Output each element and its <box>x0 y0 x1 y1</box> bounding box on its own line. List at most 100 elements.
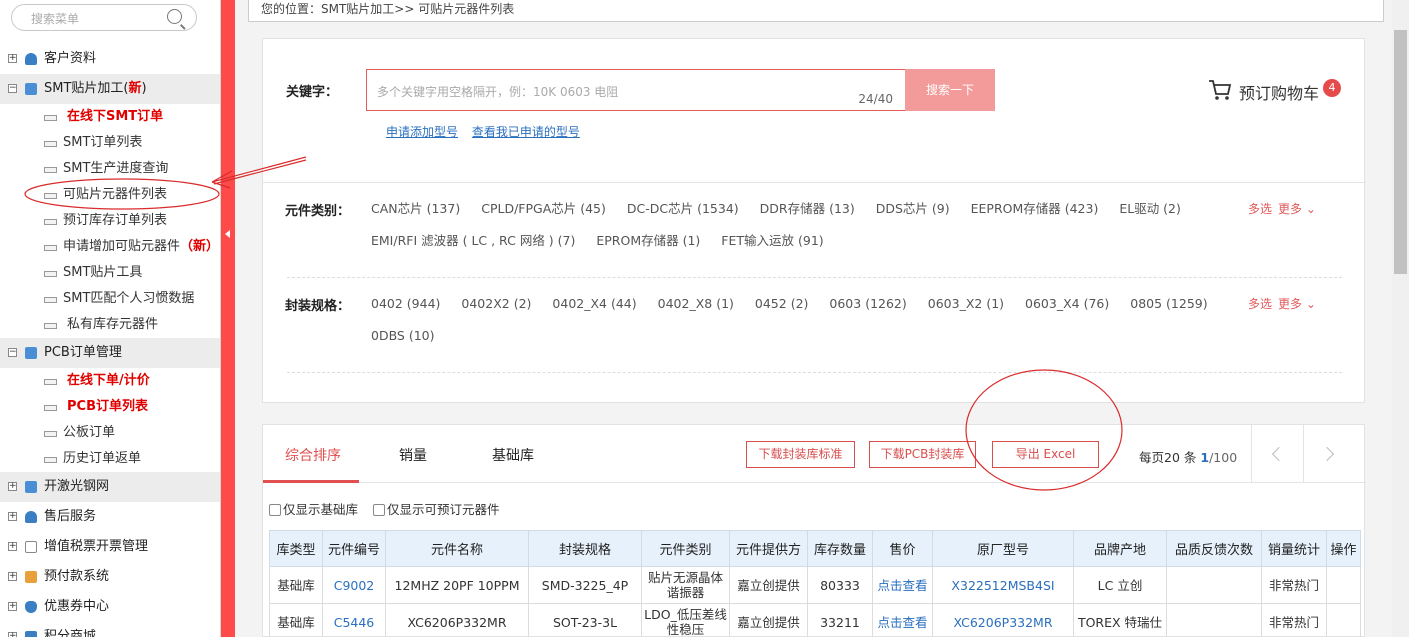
category-option[interactable]: EL驱动 (2) <box>1119 200 1181 232</box>
expand-icon[interactable]: + <box>8 512 17 521</box>
package-option[interactable]: 0452 (2) <box>755 295 809 327</box>
package-option[interactable]: 0603_X4 (76) <box>1025 295 1109 327</box>
column-header: 元件提供方 <box>729 530 808 567</box>
category-option[interactable]: FET输入运放 (91) <box>721 232 823 264</box>
expand-icon[interactable]: + <box>8 632 17 637</box>
package-option[interactable]: 0603_X2 (1) <box>928 295 1004 327</box>
sidebar-item-pcb-order-list[interactable]: PCB订单列表 <box>0 394 220 420</box>
per-page-label[interactable]: 每页20 <box>1139 450 1180 465</box>
manufacturer-part-link[interactable]: X322512MSB4SI <box>932 566 1074 604</box>
more-button-label: 更多 <box>1278 202 1303 216</box>
sidebar-item-reserve-orders[interactable]: 预订库存订单列表 <box>0 208 220 234</box>
download-std-button[interactable]: 下载封装库标准 <box>746 441 855 468</box>
book-icon <box>25 481 37 493</box>
sidebar-group-stencil[interactable]: + 开激光钢网 <box>0 472 220 502</box>
category-option[interactable]: DC-DC芯片 (1534) <box>627 200 739 232</box>
view-applied-link[interactable]: 查看我已申请的型号 <box>472 125 580 139</box>
table-cell <box>1326 603 1361 637</box>
multi-select-button[interactable]: 多选 <box>1248 297 1272 311</box>
component-code-link[interactable]: C9002 <box>322 566 386 604</box>
expand-icon[interactable]: + <box>8 542 17 551</box>
keyword-counter: 24/40 <box>858 92 893 106</box>
sidebar-item-smt-progress[interactable]: SMT生产进度查询 <box>0 156 220 182</box>
expand-icon[interactable]: + <box>8 482 17 491</box>
sidebar-group-coupon[interactable]: + 优惠券中心 <box>0 592 220 622</box>
sidebar-group-smt[interactable]: − SMT贴片加工(新) <box>0 74 220 104</box>
document-icon <box>44 431 57 437</box>
reservable-only-checkbox[interactable]: 仅显示可预订元器件 <box>373 499 500 518</box>
sidebar-item-habit-data[interactable]: SMT匹配个人习惯数据 <box>0 286 220 312</box>
collapse-icon[interactable]: − <box>8 348 17 357</box>
manufacturer-part-link[interactable]: XC6206P332MR <box>932 603 1074 637</box>
expand-icon[interactable]: + <box>8 602 17 611</box>
expand-icon[interactable]: + <box>8 54 17 63</box>
sidebar-item-history-reorder[interactable]: 历史订单返单 <box>0 446 220 472</box>
package-option[interactable]: 0402X2 (2) <box>461 295 531 327</box>
chevron-down-icon: ⌄ <box>1305 202 1316 216</box>
tab-base-library[interactable]: 基础库 <box>492 445 534 465</box>
sidebar-item-pcb-online-order[interactable]: 在线下单/计价 <box>0 368 220 394</box>
more-button[interactable]: 更多 ⌄ <box>1278 202 1316 216</box>
page-scrollbar[interactable] <box>1392 0 1409 637</box>
package-option[interactable]: 0DBS (10) <box>371 327 435 359</box>
category-option[interactable]: CAN芯片 (137) <box>371 200 460 232</box>
search-button[interactable]: 搜索一下 <box>905 69 995 111</box>
multi-select-button[interactable]: 多选 <box>1248 202 1272 216</box>
view-price-link[interactable]: 点击查看 <box>872 603 933 637</box>
document-icon <box>44 297 57 303</box>
tab-sales[interactable]: 销量 <box>399 445 427 465</box>
more-button[interactable]: 更多 ⌄ <box>1278 297 1316 311</box>
total-pages: /100 <box>1209 450 1238 465</box>
column-header: 售价 <box>872 530 933 567</box>
sidebar-item-component-list[interactable]: 可贴片元器件列表 <box>0 182 220 208</box>
category-option[interactable]: EPROM存储器 (1) <box>596 232 700 264</box>
package-option[interactable]: 0402_X4 (44) <box>552 295 636 327</box>
search-icon[interactable] <box>167 9 182 24</box>
base-only-checkbox[interactable]: 仅显示基础库 <box>269 499 358 518</box>
sidebar-item-label: 在线下单/计价 <box>67 373 150 388</box>
sidebar-group-label-text: SMT贴片加工( <box>44 81 129 96</box>
sidebar-item-apply-component[interactable]: 申请增加可贴元器件（新） <box>0 234 220 260</box>
scrollbar-thumb[interactable] <box>1394 30 1407 274</box>
sidebar-item-private-stock[interactable]: 私有库存元器件 <box>0 312 220 338</box>
column-header: 封装规格 <box>528 530 642 567</box>
apply-model-link[interactable]: 申请添加型号 <box>386 125 458 139</box>
sidebar-group-pcb[interactable]: − PCB订单管理 <box>0 338 220 368</box>
download-pcb-button[interactable]: 下载PCB封装库 <box>869 441 976 468</box>
tab-overall-sort[interactable]: 综合排序 <box>285 445 341 465</box>
current-page: 1 <box>1200 450 1210 465</box>
sidebar-group-label: SMT贴片加工(新) <box>44 74 147 104</box>
sidebar-group-points-mall[interactable]: + 积分商城 <box>0 622 220 637</box>
sidebar-group-customer[interactable]: + 客户资料 <box>0 44 220 74</box>
package-option[interactable]: 0805 (1259) <box>1130 295 1207 327</box>
expand-icon[interactable]: + <box>8 572 17 581</box>
sidebar-group-prepay[interactable]: + 预付款系统 <box>0 562 220 592</box>
sidebar-item-smt-order-list[interactable]: SMT订单列表 <box>0 130 220 156</box>
next-page-button[interactable] <box>1303 425 1354 483</box>
sidebar-item-public-board[interactable]: 公板订单 <box>0 420 220 446</box>
package-option[interactable]: 0402_X8 (1) <box>658 295 734 327</box>
category-option[interactable]: DDR存储器 (13) <box>760 200 855 232</box>
sidebar-group-label: 积分商城 <box>44 629 97 637</box>
checkbox-label: 仅显示基础库 <box>283 502 359 517</box>
category-option[interactable]: EEPROM存储器 (423) <box>971 200 1099 232</box>
table-cell: LDO_低压差线性稳压 <box>641 603 730 637</box>
menu-search-input[interactable]: 搜索菜单 <box>11 4 197 31</box>
category-option[interactable]: EMI/RFI 滤波器 ( LC , RC 网络 ) (7) <box>371 232 575 264</box>
category-option[interactable]: CPLD/FPGA芯片 (45) <box>481 200 606 232</box>
collapse-icon[interactable]: − <box>8 84 17 93</box>
prev-page-button[interactable] <box>1251 425 1302 483</box>
package-option[interactable]: 0402 (944) <box>371 295 440 327</box>
sidebar-group-invoice[interactable]: + 增值税票开票管理 <box>0 532 220 562</box>
sidebar-group-aftersales[interactable]: + 售后服务 <box>0 502 220 532</box>
more-button-label: 更多 <box>1278 297 1303 311</box>
category-option[interactable]: DDS芯片 (9) <box>876 200 950 232</box>
sidebar-item-smt-tools[interactable]: SMT贴片工具 <box>0 260 220 286</box>
package-option[interactable]: 0603 (1262) <box>829 295 906 327</box>
sidebar-item-smt-online-order[interactable]: 在线下SMT订单 <box>0 104 220 130</box>
export-excel-button[interactable]: 导出 Excel <box>992 441 1099 468</box>
keyword-input[interactable]: 多个关键字用空格隔开，例：10K 0603 电阻 24/40 <box>366 69 906 111</box>
component-code-link[interactable]: C5446 <box>322 603 386 637</box>
view-price-link[interactable]: 点击查看 <box>872 566 933 604</box>
sidebar-collapse-handle[interactable] <box>221 0 235 637</box>
